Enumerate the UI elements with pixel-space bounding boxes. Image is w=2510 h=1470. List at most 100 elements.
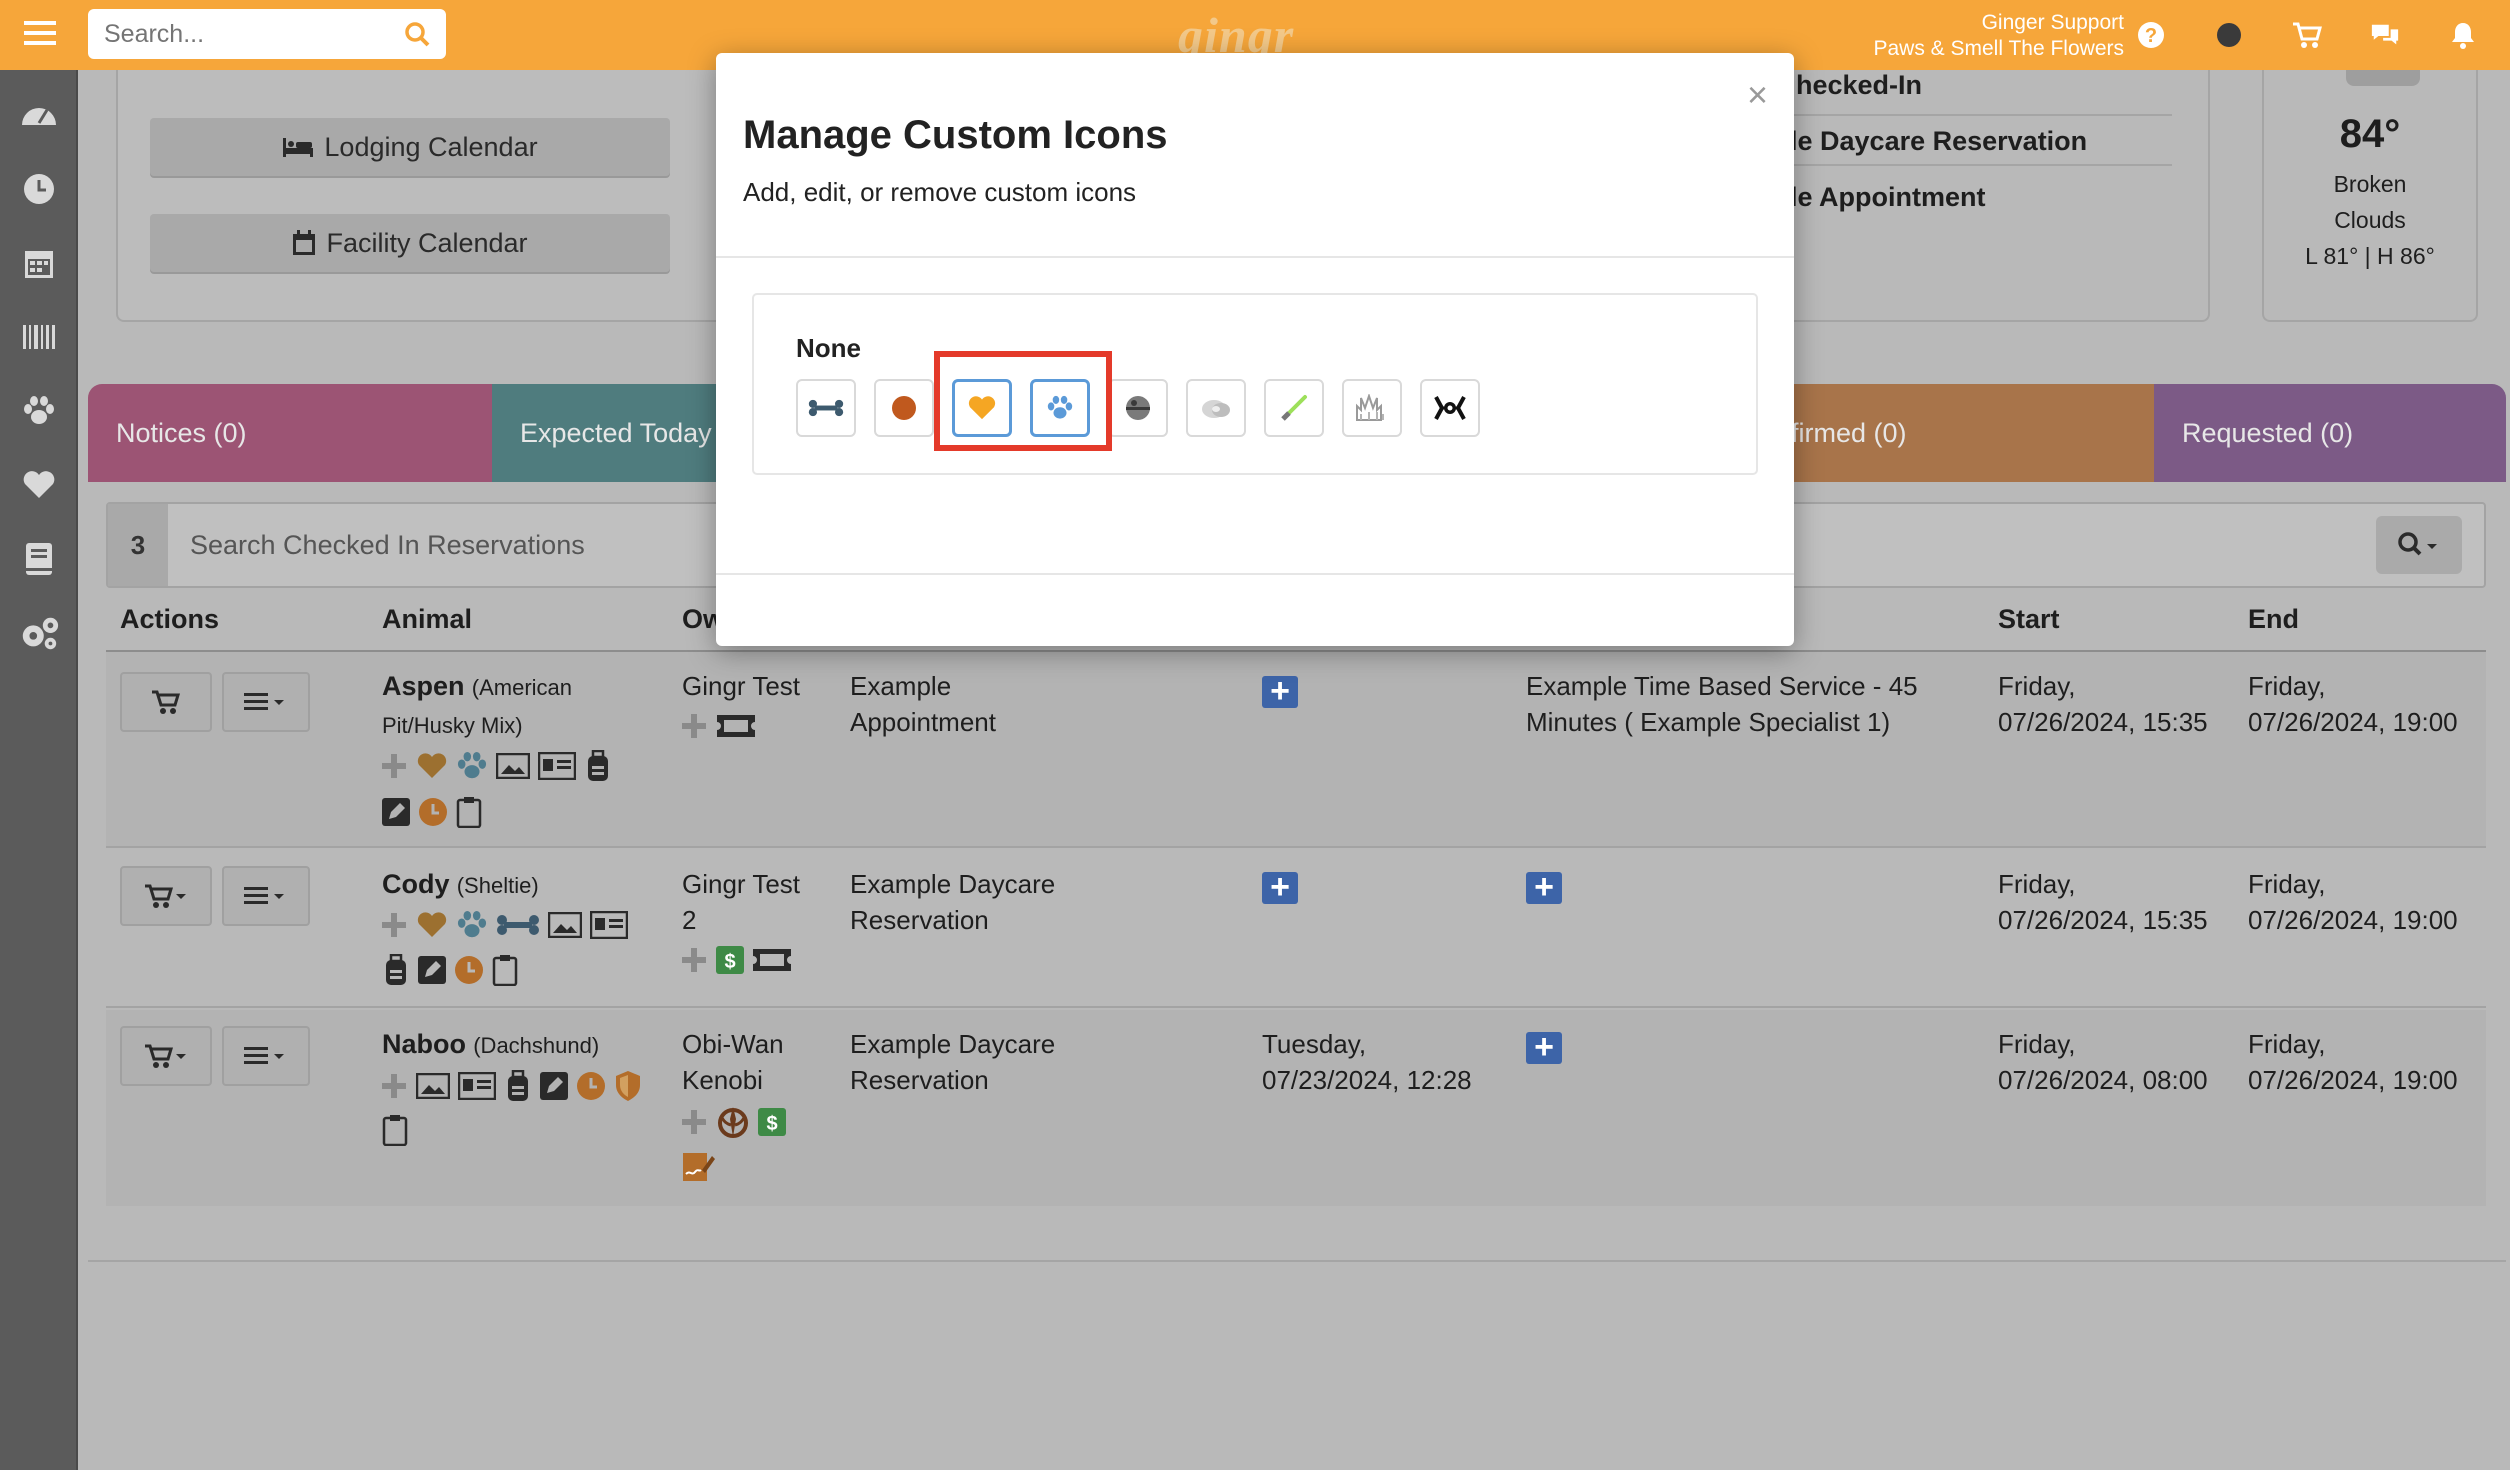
- summary-appointment[interactable]: le Appointment: [1790, 182, 1986, 213]
- chat-icon[interactable]: [2370, 20, 2400, 50]
- user-info[interactable]: Ginger Support Paws & Smell The Flowers: [1873, 10, 2124, 62]
- animal-name[interactable]: Naboo: [382, 1029, 466, 1059]
- plus-icon[interactable]: [680, 712, 708, 740]
- summary-checked-in[interactable]: hecked-In: [1796, 70, 1922, 101]
- plus-icon[interactable]: [380, 1072, 408, 1100]
- cart-dropdown-button[interactable]: [120, 866, 212, 926]
- none-label[interactable]: None: [796, 333, 861, 364]
- reservation-search-input[interactable]: Search Checked In Reservations: [190, 530, 585, 561]
- cart-button[interactable]: [120, 672, 212, 732]
- plus-icon[interactable]: [380, 752, 408, 780]
- signature-icon[interactable]: [682, 1152, 716, 1182]
- bone-icon[interactable]: [496, 913, 540, 937]
- animal-name[interactable]: Cody: [382, 869, 450, 899]
- icon-option-lightsaber[interactable]: [1264, 379, 1324, 437]
- row-menu-button[interactable]: [222, 866, 310, 926]
- paw-icon[interactable]: [456, 910, 488, 940]
- id-card-icon[interactable]: [590, 911, 628, 939]
- cart-icon[interactable]: [2292, 20, 2322, 50]
- bell-icon[interactable]: [2448, 20, 2478, 50]
- reservation-type-line1: Example Daycare: [850, 1029, 1056, 1059]
- paw-nav-icon[interactable]: [18, 390, 60, 432]
- clipboard-icon[interactable]: [492, 954, 518, 986]
- row-menu-button[interactable]: [222, 672, 310, 732]
- clock-icon[interactable]: [18, 168, 60, 210]
- plus-icon[interactable]: [380, 911, 408, 939]
- search-icon[interactable]: [404, 21, 430, 52]
- backpack-icon[interactable]: [382, 954, 410, 986]
- owner-name-cont[interactable]: Kenobi: [682, 1062, 784, 1098]
- edit-icon[interactable]: [382, 798, 410, 826]
- book-icon[interactable]: [18, 538, 60, 580]
- owner-name[interactable]: Gingr Test: [682, 866, 800, 902]
- close-icon[interactable]: ×: [1747, 77, 1768, 113]
- backpack-icon[interactable]: [504, 1070, 532, 1102]
- global-search-input[interactable]: [102, 18, 382, 50]
- image-icon[interactable]: [416, 1073, 450, 1099]
- image-icon[interactable]: [548, 912, 582, 938]
- weather-toggle[interactable]: [2346, 70, 2420, 86]
- clock-badge-icon[interactable]: [576, 1071, 606, 1101]
- summary-daycare[interactable]: le Daycare Reservation: [1790, 114, 2172, 166]
- clock-badge-icon[interactable]: [454, 955, 484, 985]
- cart-dropdown-button[interactable]: [120, 1026, 212, 1086]
- jedi-icon[interactable]: [716, 1106, 750, 1138]
- col-end[interactable]: End: [2248, 604, 2299, 635]
- add-service-button[interactable]: +: [1526, 870, 1562, 904]
- dollar-icon[interactable]: $: [716, 946, 744, 974]
- dashboard-icon[interactable]: [18, 92, 60, 134]
- col-animal[interactable]: Animal: [382, 604, 472, 635]
- edit-icon[interactable]: [540, 1072, 568, 1100]
- gears-icon[interactable]: [18, 612, 60, 654]
- barcode-icon[interactable]: [18, 316, 60, 358]
- add-checkin-button[interactable]: +: [1262, 870, 1298, 904]
- facility-calendar-button[interactable]: Facility Calendar: [150, 214, 670, 272]
- animal-name[interactable]: Aspen: [382, 671, 465, 701]
- row-menu-button[interactable]: [222, 1026, 310, 1086]
- help-icon[interactable]: ?: [2136, 20, 2166, 50]
- image-icon[interactable]: [496, 753, 530, 779]
- icon-option-castle[interactable]: [1342, 379, 1402, 437]
- weather-desc: Broken Clouds L 81° | H 86°: [2264, 166, 2476, 274]
- col-start[interactable]: Start: [1998, 604, 2060, 635]
- lodging-calendar-button[interactable]: Lodging Calendar: [150, 118, 670, 176]
- clipboard-icon[interactable]: [456, 796, 482, 828]
- owner-name[interactable]: Obi-Wan: [682, 1026, 784, 1062]
- id-card-icon[interactable]: [458, 1072, 496, 1100]
- add-checkin-button[interactable]: +: [1262, 674, 1298, 708]
- edit-icon[interactable]: [418, 956, 446, 984]
- dollar-icon[interactable]: $: [758, 1108, 786, 1136]
- ticket-icon[interactable]: [716, 712, 756, 740]
- reservation-type-line1: Example: [850, 671, 952, 701]
- heart-nav-icon[interactable]: [18, 464, 60, 506]
- ticket-icon[interactable]: [752, 946, 792, 974]
- tab-requested[interactable]: Requested (0): [2154, 384, 2506, 482]
- plus-icon[interactable]: [680, 946, 708, 974]
- search-options-button[interactable]: [2376, 516, 2462, 574]
- calendar-icon[interactable]: [18, 242, 60, 284]
- tab-unconfirmed[interactable]: nfirmed (0): [1764, 384, 2154, 482]
- add-service-button[interactable]: +: [1526, 1030, 1562, 1064]
- paw-icon[interactable]: [456, 751, 488, 781]
- icon-option-bone[interactable]: [796, 379, 856, 437]
- clock-badge-icon[interactable]: [418, 797, 448, 827]
- status-dot-icon[interactable]: [2214, 20, 2244, 50]
- icon-option-cloud[interactable]: [1186, 379, 1246, 437]
- plus-icon[interactable]: [680, 1108, 708, 1136]
- death-star-icon: [1126, 396, 1150, 420]
- clipboard-icon[interactable]: [382, 1114, 408, 1146]
- menu-icon[interactable]: [24, 18, 56, 50]
- shield-icon[interactable]: [614, 1070, 642, 1102]
- tab-expected-today[interactable]: Expected Today: [492, 384, 716, 482]
- castle-icon: [1356, 394, 1384, 421]
- icon-option-tie-fighter[interactable]: [1420, 379, 1480, 437]
- id-card-icon[interactable]: [538, 752, 576, 780]
- heart-icon[interactable]: [416, 752, 448, 780]
- heart-icon[interactable]: [416, 911, 448, 939]
- owner-name[interactable]: Gingr Test: [682, 668, 800, 704]
- icon-option-circle[interactable]: [874, 379, 934, 437]
- owner-name-cont[interactable]: 2: [682, 902, 800, 938]
- tab-notices[interactable]: Notices (0): [88, 384, 492, 482]
- icon-option-death-star[interactable]: [1108, 379, 1168, 437]
- backpack-icon[interactable]: [584, 750, 612, 782]
